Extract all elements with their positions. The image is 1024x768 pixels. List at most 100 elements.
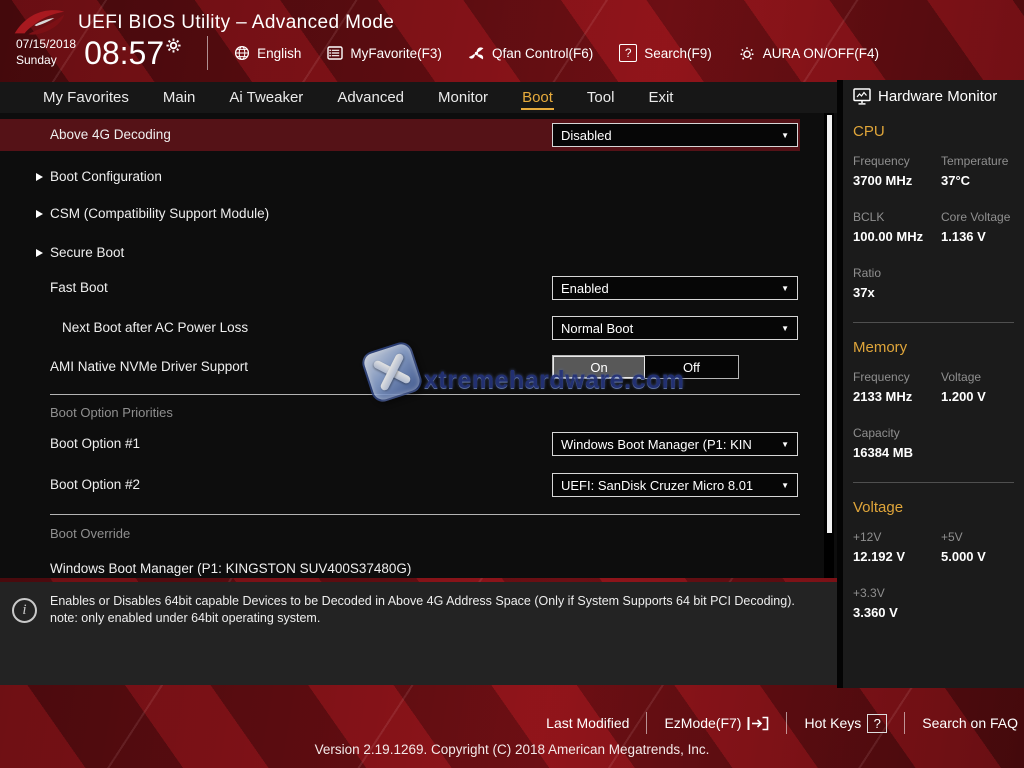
hardware-monitor-title: Hardware Monitor xyxy=(878,88,997,105)
tab-boot[interactable]: Boot xyxy=(521,85,554,110)
help-text: Enables or Disables 64bit capable Device… xyxy=(50,593,825,627)
search-label: Search(F9) xyxy=(644,46,712,61)
cpu-metrics: Frequency 3700 MHz Temperature 37°C BCLK… xyxy=(853,154,1016,322)
language-label: English xyxy=(257,46,301,61)
sidebar-divider xyxy=(853,482,1014,483)
bios-screen: UEFI BIOS Utility – Advanced Mode 07/15/… xyxy=(0,0,1024,768)
submenu-boot-configuration[interactable]: Boot Configuration xyxy=(0,165,837,189)
section-title-memory: Memory xyxy=(853,339,1016,356)
boot-option-1-dropdown[interactable]: Windows Boot Manager (P1: KIN ▼ xyxy=(552,432,798,456)
favorite-list-icon xyxy=(327,46,343,60)
aura-label: AURA ON/OFF(F4) xyxy=(763,46,879,61)
metric-memory-frequency: Frequency 2133 MHz xyxy=(853,370,941,404)
metric-label: Temperature xyxy=(941,154,1016,168)
setting-label: Next Boot after AC Power Loss xyxy=(62,316,248,340)
submenu-arrow-icon xyxy=(36,249,43,257)
boot-override-item[interactable]: Windows Boot Manager (P1: KINGSTON SUV40… xyxy=(0,557,837,581)
next-boot-dropdown[interactable]: Normal Boot ▼ xyxy=(552,316,798,340)
metric-memory-capacity: Capacity 16384 MB xyxy=(853,426,941,460)
section-heading-boot-option-priorities: Boot Option Priorities xyxy=(50,404,887,422)
submenu-csm[interactable]: CSM (Compatibility Support Module) xyxy=(0,202,837,226)
language-menu[interactable]: English xyxy=(234,45,301,61)
brand-row: UEFI BIOS Utility – Advanced Mode xyxy=(0,0,1024,40)
chevron-down-icon: ▼ xyxy=(781,324,789,333)
chevron-down-icon: ▼ xyxy=(781,481,789,490)
hot-keys-label: Hot Keys xyxy=(804,715,861,731)
myfavorite-button[interactable]: MyFavorite(F3) xyxy=(327,46,442,61)
datetime-control[interactable]: 07/15/2018 Sunday 08:57 xyxy=(16,36,181,70)
dropdown-value: Normal Boot xyxy=(561,321,775,336)
metric-label: BCLK xyxy=(853,210,941,224)
chevron-down-icon: ▼ xyxy=(781,440,789,449)
search-button[interactable]: ? Search(F9) xyxy=(619,44,712,62)
dropdown-value: Enabled xyxy=(561,281,775,296)
above-4g-decoding-dropdown[interactable]: Disabled ▼ xyxy=(552,123,798,147)
last-modified-label: Last Modified xyxy=(546,715,629,731)
footer-divider xyxy=(646,712,647,734)
metric-memory-voltage: Voltage 1.200 V xyxy=(941,370,1016,404)
metric-value: 12.192 V xyxy=(853,549,941,564)
setting-label: AMI Native NVMe Driver Support xyxy=(50,355,248,379)
globe-icon xyxy=(234,45,250,61)
hot-keys-question-icon: ? xyxy=(867,714,887,733)
metric-cpu-frequency: Frequency 3700 MHz xyxy=(853,154,941,188)
tab-advanced[interactable]: Advanced xyxy=(336,85,405,110)
fast-boot-dropdown[interactable]: Enabled ▼ xyxy=(552,276,798,300)
ezmode-label: EzMode(F7) xyxy=(664,715,741,731)
top-header: UEFI BIOS Utility – Advanced Mode 07/15/… xyxy=(0,0,1024,80)
section-separator xyxy=(50,514,800,515)
setting-label: Boot Option #1 xyxy=(50,432,140,456)
metric-value: 3.360 V xyxy=(853,605,941,620)
setting-row-next-boot: Next Boot after AC Power Loss Normal Boo… xyxy=(0,316,837,340)
page-title: UEFI BIOS Utility – Advanced Mode xyxy=(78,12,394,34)
header-divider xyxy=(207,36,208,70)
metric-value: 2133 MHz xyxy=(853,389,941,404)
metric-value: 1.200 V xyxy=(941,389,1016,404)
scrollbar-thumb[interactable] xyxy=(827,115,832,533)
setting-row-boot-option-1: Boot Option #1 Windows Boot Manager (P1:… xyxy=(0,432,837,456)
boot-option-2-dropdown[interactable]: UEFI: SanDisk Cruzer Micro 8.01 ▼ xyxy=(552,473,798,497)
metric-value: 100.00 MHz xyxy=(853,229,941,244)
tab-tool[interactable]: Tool xyxy=(586,85,616,110)
myfavorite-label: MyFavorite(F3) xyxy=(350,46,442,61)
metric-value: 37x xyxy=(853,285,941,300)
tab-exit[interactable]: Exit xyxy=(647,85,674,110)
version-text: Version 2.19.1269. Copyright (C) 2018 Am… xyxy=(0,742,1024,757)
metric-label: Core Voltage xyxy=(941,210,1016,224)
sidebar-divider xyxy=(853,322,1014,323)
metric-value: 1.136 V xyxy=(941,229,1016,244)
metric-5v: +5V 5.000 V xyxy=(941,530,1016,564)
date-text: 07/15/2018 xyxy=(16,37,76,53)
setting-row-boot-option-2: Boot Option #2 UEFI: SanDisk Cruzer Micr… xyxy=(0,473,837,497)
voltage-metrics: +12V 12.192 V +5V 5.000 V +3.3V 3.360 V xyxy=(853,530,1016,642)
status-row: 07/15/2018 Sunday 08:57 xyxy=(16,36,879,70)
section-heading-boot-override: Boot Override xyxy=(50,525,887,543)
time-wrap: 08:57 xyxy=(84,36,181,70)
clock-settings-gear-icon[interactable] xyxy=(166,38,181,58)
question-glyph: ? xyxy=(874,716,881,731)
section-title-cpu: CPU xyxy=(853,123,1016,140)
setting-row-above-4g-decoding[interactable]: Above 4G Decoding Disabled ▼ xyxy=(0,119,800,151)
watermark-text: xtremehardware.com xyxy=(424,366,685,395)
info-icon: i xyxy=(12,598,37,623)
metric-cpu-ratio: Ratio 37x xyxy=(853,266,941,300)
submenu-secure-boot[interactable]: Secure Boot xyxy=(0,241,837,265)
hot-keys-button[interactable]: Hot Keys ? xyxy=(804,714,887,733)
tab-main[interactable]: Main xyxy=(162,85,197,110)
tab-monitor[interactable]: Monitor xyxy=(437,85,489,110)
main-menu-bar: My Favorites Main Ai Tweaker Advanced Mo… xyxy=(0,82,837,113)
qfan-control-button[interactable]: Qfan Control(F6) xyxy=(468,45,593,62)
tab-my-favorites[interactable]: My Favorites xyxy=(42,85,130,110)
metric-value: 37°C xyxy=(941,173,1016,188)
search-on-faq-button[interactable]: Search on FAQ xyxy=(922,715,1018,731)
dropdown-value: Disabled xyxy=(561,128,775,143)
tab-ai-tweaker[interactable]: Ai Tweaker xyxy=(228,85,304,110)
ezmode-button[interactable]: EzMode(F7) xyxy=(664,715,769,731)
help-text-line1: Enables or Disables 64bit capable Device… xyxy=(50,593,825,610)
aura-toggle-button[interactable]: AURA ON/OFF(F4) xyxy=(738,45,879,61)
metric-12v: +12V 12.192 V xyxy=(853,530,941,564)
metric-label: Voltage xyxy=(941,370,1016,384)
metric-label: Frequency xyxy=(853,370,941,384)
last-modified-button[interactable]: Last Modified xyxy=(546,715,629,731)
metric-label: Capacity xyxy=(853,426,941,440)
